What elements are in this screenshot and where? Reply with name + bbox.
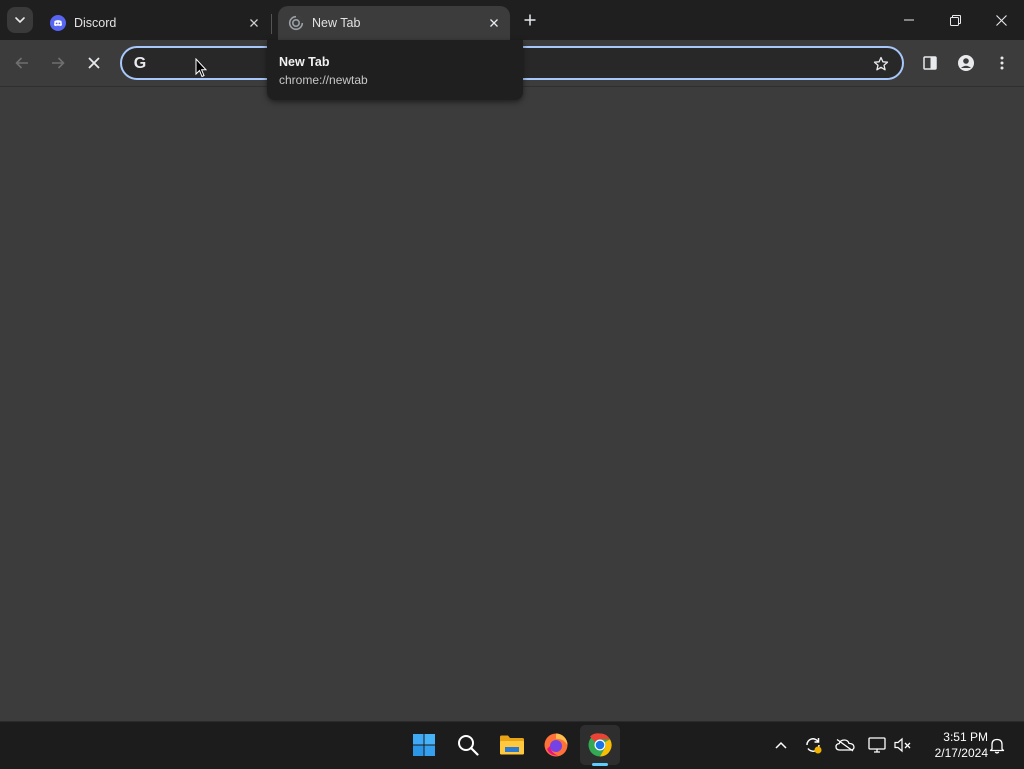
taskbar: 3:51 PM 2/17/2024 bbox=[0, 721, 1024, 769]
plus-icon bbox=[524, 14, 536, 26]
tray-onedrive[interactable] bbox=[834, 734, 856, 756]
show-hidden-icons-button[interactable] bbox=[770, 734, 792, 756]
forward-button[interactable] bbox=[44, 49, 72, 77]
minimize-icon bbox=[904, 19, 914, 21]
clock-time: 3:51 PM bbox=[943, 730, 988, 744]
page-content bbox=[0, 87, 1024, 721]
tab-new-tab[interactable]: New Tab bbox=[278, 6, 510, 40]
back-button[interactable] bbox=[8, 49, 36, 77]
google-icon: G bbox=[133, 55, 147, 72]
close-window-button[interactable] bbox=[978, 0, 1024, 40]
chevron-up-icon bbox=[775, 741, 787, 749]
chrome-icon bbox=[588, 733, 612, 757]
discord-icon bbox=[50, 15, 66, 31]
menu-button[interactable] bbox=[988, 49, 1016, 77]
minimize-button[interactable] bbox=[886, 0, 932, 40]
profile-icon bbox=[958, 55, 974, 71]
close-tab-button[interactable] bbox=[486, 15, 502, 31]
tab-discord[interactable]: Discord bbox=[40, 6, 270, 40]
active-app-indicator bbox=[592, 763, 608, 766]
restore-icon bbox=[949, 14, 961, 26]
stop-button[interactable] bbox=[80, 49, 108, 77]
restore-button[interactable] bbox=[932, 0, 978, 40]
search-icon bbox=[458, 735, 479, 756]
chrome-loading-icon bbox=[288, 15, 304, 31]
bookmark-star-button[interactable] bbox=[872, 55, 890, 73]
start-button[interactable] bbox=[404, 725, 444, 765]
close-icon bbox=[250, 19, 258, 27]
notifications-button[interactable] bbox=[986, 734, 1008, 756]
tray-network[interactable] bbox=[866, 734, 888, 756]
tab-hover-card: New Tab chrome://newtab bbox=[267, 40, 523, 100]
taskbar-clock[interactable]: 3:51 PM 2/17/2024 bbox=[918, 729, 988, 761]
close-tab-button[interactable] bbox=[246, 15, 262, 31]
network-icon bbox=[868, 737, 886, 753]
tab-search-button[interactable] bbox=[7, 7, 33, 33]
tab-title: Discord bbox=[74, 16, 117, 30]
arrow-right-icon bbox=[52, 57, 65, 69]
tab-separator bbox=[271, 14, 272, 34]
close-icon bbox=[490, 19, 498, 27]
tray-volume[interactable] bbox=[892, 734, 914, 756]
taskbar-file-explorer[interactable] bbox=[492, 725, 532, 765]
side-panel-icon bbox=[923, 56, 937, 70]
kebab-menu-icon bbox=[1000, 56, 1004, 70]
mouse-cursor-icon bbox=[195, 58, 207, 78]
clock-date: 2/17/2024 bbox=[934, 746, 988, 760]
taskbar-chrome[interactable] bbox=[580, 725, 620, 765]
taskbar-search-button[interactable] bbox=[448, 725, 488, 765]
hover-card-title: New Tab bbox=[279, 55, 330, 69]
bell-icon bbox=[989, 738, 1005, 754]
firefox-icon bbox=[544, 733, 568, 757]
start-icon bbox=[413, 734, 435, 756]
file-explorer-icon bbox=[500, 735, 524, 755]
taskbar-firefox[interactable] bbox=[536, 725, 576, 765]
side-panel-button[interactable] bbox=[916, 49, 944, 77]
hover-card-url: chrome://newtab bbox=[279, 73, 368, 87]
volume-muted-icon bbox=[894, 737, 911, 753]
sync-icon bbox=[806, 738, 822, 754]
close-icon bbox=[995, 14, 1007, 26]
stop-x-icon bbox=[88, 57, 100, 69]
new-tab-button[interactable] bbox=[518, 8, 542, 32]
chevron-down-icon bbox=[15, 17, 25, 24]
profile-button[interactable] bbox=[952, 49, 980, 77]
star-icon bbox=[873, 56, 889, 71]
arrow-left-icon bbox=[15, 57, 28, 69]
tab-strip: Discord New Tab bbox=[0, 0, 1024, 40]
tab-title: New Tab bbox=[312, 16, 361, 30]
tray-sync[interactable] bbox=[802, 734, 824, 756]
cloud-off-icon bbox=[835, 738, 855, 752]
